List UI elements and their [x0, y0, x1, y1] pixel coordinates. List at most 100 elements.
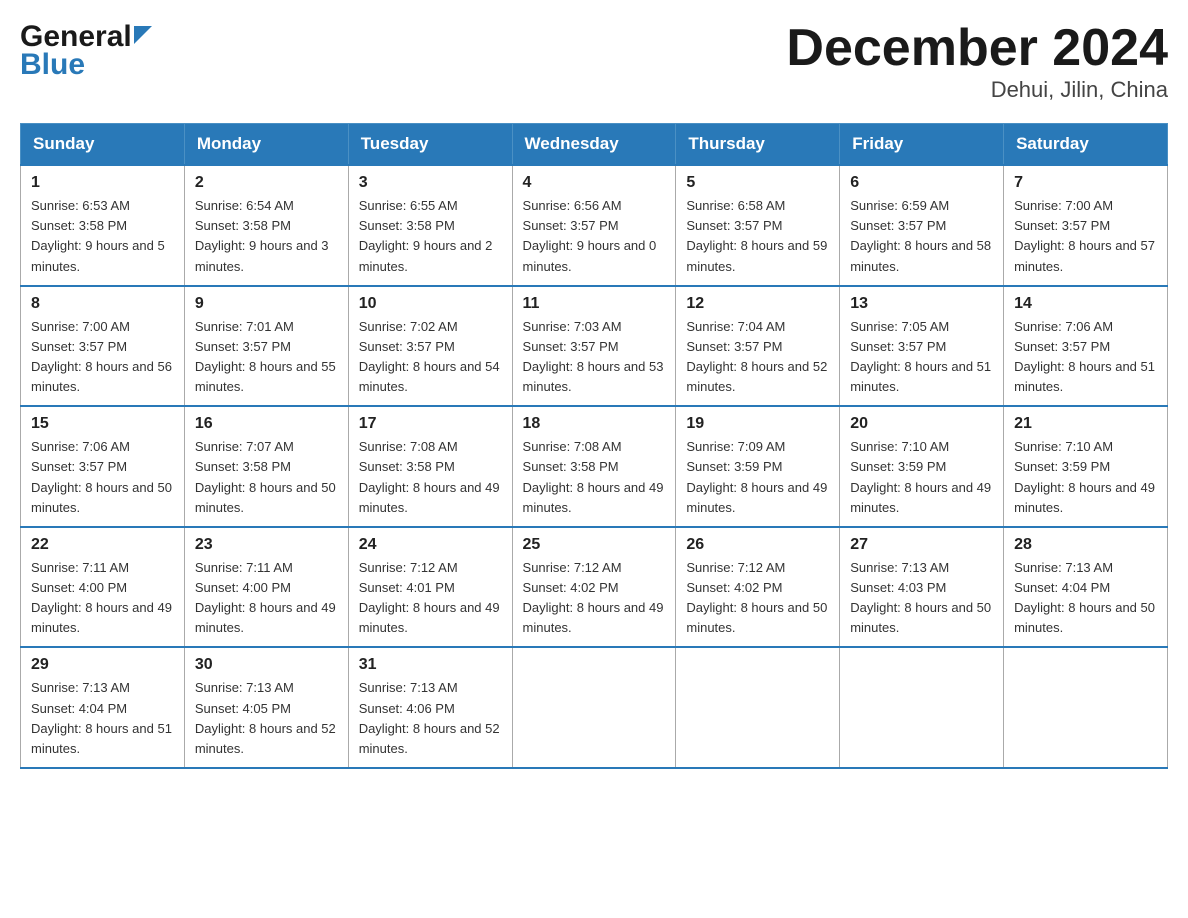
- weekday-header-friday: Friday: [840, 124, 1004, 166]
- day-number: 12: [686, 295, 829, 313]
- calendar-cell: 5 Sunrise: 6:58 AMSunset: 3:57 PMDayligh…: [676, 165, 840, 286]
- calendar-cell: [512, 647, 676, 768]
- weekday-header-wednesday: Wednesday: [512, 124, 676, 166]
- calendar-week-row: 1 Sunrise: 6:53 AMSunset: 3:58 PMDayligh…: [21, 165, 1168, 286]
- day-info: Sunrise: 6:54 AMSunset: 3:58 PMDaylight:…: [195, 198, 329, 273]
- calendar-table: SundayMondayTuesdayWednesdayThursdayFrid…: [20, 123, 1168, 769]
- weekday-header-tuesday: Tuesday: [348, 124, 512, 166]
- weekday-header-row: SundayMondayTuesdayWednesdayThursdayFrid…: [21, 124, 1168, 166]
- logo-blue-text: Blue: [20, 48, 85, 82]
- day-info: Sunrise: 7:00 AMSunset: 3:57 PMDaylight:…: [1014, 198, 1155, 273]
- logo-arrow-icon: [134, 26, 152, 44]
- day-info: Sunrise: 6:56 AMSunset: 3:57 PMDaylight:…: [523, 198, 657, 273]
- day-info: Sunrise: 7:12 AMSunset: 4:02 PMDaylight:…: [686, 560, 827, 635]
- weekday-header-monday: Monday: [184, 124, 348, 166]
- calendar-week-row: 8 Sunrise: 7:00 AMSunset: 3:57 PMDayligh…: [21, 286, 1168, 407]
- calendar-cell: 4 Sunrise: 6:56 AMSunset: 3:57 PMDayligh…: [512, 165, 676, 286]
- calendar-cell: 11 Sunrise: 7:03 AMSunset: 3:57 PMDaylig…: [512, 286, 676, 407]
- day-info: Sunrise: 7:13 AMSunset: 4:04 PMDaylight:…: [31, 680, 172, 755]
- day-number: 8: [31, 295, 174, 313]
- calendar-cell: 13 Sunrise: 7:05 AMSunset: 3:57 PMDaylig…: [840, 286, 1004, 407]
- calendar-cell: 1 Sunrise: 6:53 AMSunset: 3:58 PMDayligh…: [21, 165, 185, 286]
- day-number: 16: [195, 415, 338, 433]
- day-number: 28: [1014, 536, 1157, 554]
- month-title: December 2024: [786, 20, 1168, 77]
- calendar-cell: 17 Sunrise: 7:08 AMSunset: 3:58 PMDaylig…: [348, 406, 512, 527]
- day-info: Sunrise: 7:10 AMSunset: 3:59 PMDaylight:…: [850, 439, 991, 514]
- day-info: Sunrise: 6:53 AMSunset: 3:58 PMDaylight:…: [31, 198, 165, 273]
- calendar-cell: 19 Sunrise: 7:09 AMSunset: 3:59 PMDaylig…: [676, 406, 840, 527]
- day-info: Sunrise: 7:13 AMSunset: 4:06 PMDaylight:…: [359, 680, 500, 755]
- calendar-cell: 15 Sunrise: 7:06 AMSunset: 3:57 PMDaylig…: [21, 406, 185, 527]
- page-header: General Blue December 2024 Dehui, Jilin,…: [20, 20, 1168, 103]
- day-number: 1: [31, 174, 174, 192]
- calendar-week-row: 15 Sunrise: 7:06 AMSunset: 3:57 PMDaylig…: [21, 406, 1168, 527]
- day-number: 25: [523, 536, 666, 554]
- day-info: Sunrise: 7:04 AMSunset: 3:57 PMDaylight:…: [686, 319, 827, 394]
- day-info: Sunrise: 7:00 AMSunset: 3:57 PMDaylight:…: [31, 319, 172, 394]
- calendar-cell: 28 Sunrise: 7:13 AMSunset: 4:04 PMDaylig…: [1004, 527, 1168, 648]
- day-number: 13: [850, 295, 993, 313]
- calendar-cell: 3 Sunrise: 6:55 AMSunset: 3:58 PMDayligh…: [348, 165, 512, 286]
- calendar-cell: 9 Sunrise: 7:01 AMSunset: 3:57 PMDayligh…: [184, 286, 348, 407]
- calendar-cell: 21 Sunrise: 7:10 AMSunset: 3:59 PMDaylig…: [1004, 406, 1168, 527]
- day-number: 17: [359, 415, 502, 433]
- calendar-cell: 2 Sunrise: 6:54 AMSunset: 3:58 PMDayligh…: [184, 165, 348, 286]
- day-number: 19: [686, 415, 829, 433]
- day-number: 5: [686, 174, 829, 192]
- weekday-header-saturday: Saturday: [1004, 124, 1168, 166]
- calendar-cell: 18 Sunrise: 7:08 AMSunset: 3:58 PMDaylig…: [512, 406, 676, 527]
- day-info: Sunrise: 7:09 AMSunset: 3:59 PMDaylight:…: [686, 439, 827, 514]
- calendar-cell: 26 Sunrise: 7:12 AMSunset: 4:02 PMDaylig…: [676, 527, 840, 648]
- calendar-cell: 27 Sunrise: 7:13 AMSunset: 4:03 PMDaylig…: [840, 527, 1004, 648]
- day-number: 7: [1014, 174, 1157, 192]
- calendar-cell: 10 Sunrise: 7:02 AMSunset: 3:57 PMDaylig…: [348, 286, 512, 407]
- calendar-cell: [840, 647, 1004, 768]
- logo: General Blue: [20, 20, 152, 82]
- day-info: Sunrise: 7:12 AMSunset: 4:01 PMDaylight:…: [359, 560, 500, 635]
- day-number: 26: [686, 536, 829, 554]
- day-number: 22: [31, 536, 174, 554]
- day-number: 6: [850, 174, 993, 192]
- calendar-cell: 6 Sunrise: 6:59 AMSunset: 3:57 PMDayligh…: [840, 165, 1004, 286]
- calendar-cell: [1004, 647, 1168, 768]
- day-number: 4: [523, 174, 666, 192]
- calendar-cell: 22 Sunrise: 7:11 AMSunset: 4:00 PMDaylig…: [21, 527, 185, 648]
- calendar-cell: 30 Sunrise: 7:13 AMSunset: 4:05 PMDaylig…: [184, 647, 348, 768]
- day-info: Sunrise: 7:13 AMSunset: 4:05 PMDaylight:…: [195, 680, 336, 755]
- calendar-week-row: 29 Sunrise: 7:13 AMSunset: 4:04 PMDaylig…: [21, 647, 1168, 768]
- day-info: Sunrise: 6:59 AMSunset: 3:57 PMDaylight:…: [850, 198, 991, 273]
- day-info: Sunrise: 7:06 AMSunset: 3:57 PMDaylight:…: [31, 439, 172, 514]
- day-info: Sunrise: 7:13 AMSunset: 4:04 PMDaylight:…: [1014, 560, 1155, 635]
- calendar-cell: [676, 647, 840, 768]
- day-info: Sunrise: 7:11 AMSunset: 4:00 PMDaylight:…: [195, 560, 336, 635]
- day-info: Sunrise: 7:06 AMSunset: 3:57 PMDaylight:…: [1014, 319, 1155, 394]
- title-section: December 2024 Dehui, Jilin, China: [786, 20, 1168, 103]
- day-info: Sunrise: 7:02 AMSunset: 3:57 PMDaylight:…: [359, 319, 500, 394]
- day-number: 10: [359, 295, 502, 313]
- calendar-cell: 7 Sunrise: 7:00 AMSunset: 3:57 PMDayligh…: [1004, 165, 1168, 286]
- day-number: 9: [195, 295, 338, 313]
- day-number: 18: [523, 415, 666, 433]
- calendar-cell: 16 Sunrise: 7:07 AMSunset: 3:58 PMDaylig…: [184, 406, 348, 527]
- day-number: 31: [359, 656, 502, 674]
- day-info: Sunrise: 6:58 AMSunset: 3:57 PMDaylight:…: [686, 198, 827, 273]
- calendar-cell: 14 Sunrise: 7:06 AMSunset: 3:57 PMDaylig…: [1004, 286, 1168, 407]
- day-info: Sunrise: 7:07 AMSunset: 3:58 PMDaylight:…: [195, 439, 336, 514]
- calendar-cell: 31 Sunrise: 7:13 AMSunset: 4:06 PMDaylig…: [348, 647, 512, 768]
- day-info: Sunrise: 7:01 AMSunset: 3:57 PMDaylight:…: [195, 319, 336, 394]
- day-number: 30: [195, 656, 338, 674]
- calendar-cell: 23 Sunrise: 7:11 AMSunset: 4:00 PMDaylig…: [184, 527, 348, 648]
- day-info: Sunrise: 7:13 AMSunset: 4:03 PMDaylight:…: [850, 560, 991, 635]
- location-subtitle: Dehui, Jilin, China: [786, 77, 1168, 103]
- weekday-header-thursday: Thursday: [676, 124, 840, 166]
- day-number: 29: [31, 656, 174, 674]
- day-info: Sunrise: 6:55 AMSunset: 3:58 PMDaylight:…: [359, 198, 493, 273]
- day-number: 15: [31, 415, 174, 433]
- day-info: Sunrise: 7:11 AMSunset: 4:00 PMDaylight:…: [31, 560, 172, 635]
- day-number: 24: [359, 536, 502, 554]
- day-number: 2: [195, 174, 338, 192]
- day-info: Sunrise: 7:08 AMSunset: 3:58 PMDaylight:…: [359, 439, 500, 514]
- day-info: Sunrise: 7:08 AMSunset: 3:58 PMDaylight:…: [523, 439, 664, 514]
- calendar-cell: 8 Sunrise: 7:00 AMSunset: 3:57 PMDayligh…: [21, 286, 185, 407]
